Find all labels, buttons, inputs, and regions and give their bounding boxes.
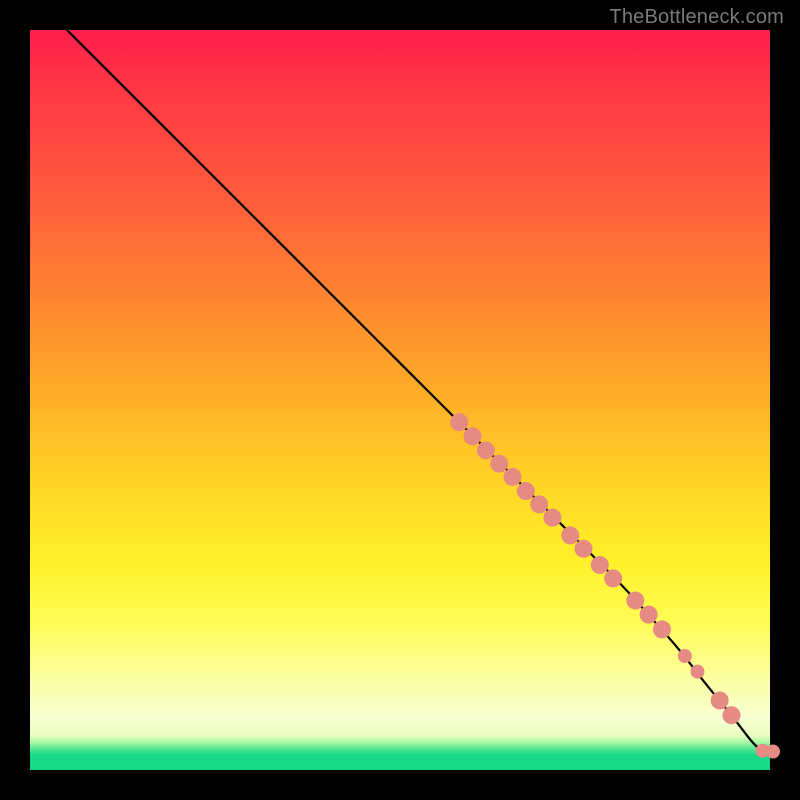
data-point xyxy=(604,569,622,587)
data-point xyxy=(490,455,508,473)
data-point xyxy=(766,745,780,759)
data-markers xyxy=(450,413,780,758)
data-point xyxy=(517,482,535,500)
curve-line xyxy=(67,30,770,752)
data-point xyxy=(723,706,741,724)
data-point xyxy=(678,649,692,663)
chart-svg xyxy=(30,30,770,770)
data-point xyxy=(711,691,729,709)
data-point xyxy=(477,441,495,459)
data-point xyxy=(530,495,548,513)
data-point xyxy=(450,413,468,431)
data-point xyxy=(653,620,671,638)
chart-container: TheBottleneck.com xyxy=(0,0,800,800)
data-point xyxy=(690,665,704,679)
data-point xyxy=(543,509,561,527)
data-point xyxy=(626,592,644,610)
watermark-text: TheBottleneck.com xyxy=(609,6,784,29)
data-point xyxy=(591,556,609,574)
data-point xyxy=(561,526,579,544)
data-point xyxy=(640,606,658,624)
data-point xyxy=(464,427,482,445)
data-point xyxy=(575,540,593,558)
data-point xyxy=(503,468,521,486)
plot-area xyxy=(30,30,770,770)
